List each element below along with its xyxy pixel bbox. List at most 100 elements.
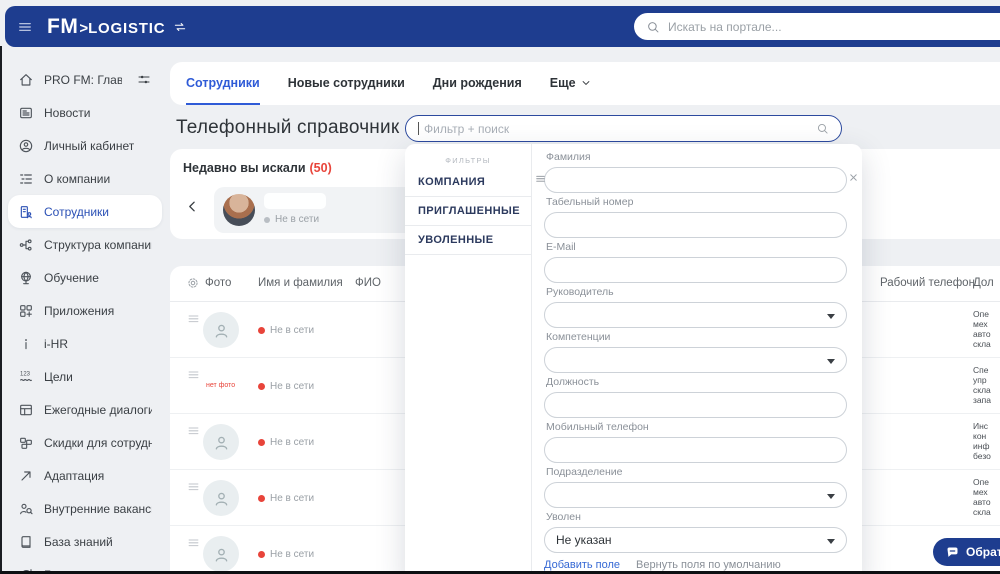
filter-field-mobile-phone: Мобильный телефон <box>544 421 847 463</box>
sliders-icon[interactable] <box>136 72 152 87</box>
logo-text: LOGISTIC <box>88 20 165 37</box>
personnel-number-input[interactable] <box>544 212 847 238</box>
employees-icon <box>18 204 34 220</box>
logo-fm: FM <box>47 15 78 39</box>
sidebar-item-goals[interactable]: 123Цели <box>8 360 162 393</box>
tab-new-employees[interactable]: Новые сотрудники <box>288 62 405 105</box>
filter-preset-2[interactable]: УВОЛЕННЫЕ <box>405 226 531 255</box>
status-badge: Не в сети <box>258 381 314 392</box>
drag-handle-icon[interactable] <box>186 423 201 438</box>
job-title-line: скла <box>973 385 1000 395</box>
remove-field-icon[interactable] <box>848 172 859 183</box>
filter-preset-0[interactable]: КОМПАНИЯ <box>405 168 531 197</box>
filter-search-input[interactable]: Фильтр + поиск <box>405 115 842 142</box>
adapt-icon <box>18 468 34 484</box>
sidebar-item-label: Ежегодные диалоги <box>44 403 152 417</box>
tab-birthdays[interactable]: Дни рождения <box>433 62 522 105</box>
fm-logistic-logo[interactable]: FM > LOGISTIC <box>47 15 187 39</box>
job-title-cell: Спеупрсклазапа <box>973 365 1000 405</box>
drag-handle-icon[interactable] <box>534 172 547 185</box>
carousel-left-chevron-icon[interactable] <box>186 200 199 213</box>
structure-icon <box>18 237 34 253</box>
filter-overlay: Фильтр + поиск ФИЛЬТРЫ КОМПАНИЯПРИГЛАШЕН… <box>405 115 862 574</box>
reset-fields-link[interactable]: Вернуть поля по умолчанию <box>636 559 781 571</box>
position-input[interactable] <box>544 392 847 418</box>
filter-field-label: Мобильный телефон <box>546 421 847 434</box>
email-input[interactable] <box>544 257 847 283</box>
filter-presets-column: ФИЛЬТРЫ КОМПАНИЯПРИГЛАШЕННЫЕУВОЛЕННЫЕ <box>405 144 532 574</box>
sidebar-item-knowledge-base[interactable]: База знаний <box>8 525 162 558</box>
column-header-4: Дол <box>973 277 994 289</box>
filter-field-manager: Руководитель <box>544 286 847 328</box>
filter-field-label: Подразделение <box>546 466 847 479</box>
sidebar-item-adaptation[interactable]: Адаптация <box>8 459 162 492</box>
search-icon <box>816 122 829 135</box>
filter-presets-list: КОМПАНИЯПРИГЛАШЕННЫЕУВОЛЕННЫЕ <box>405 168 531 255</box>
job-title-line: авто <box>973 497 1000 507</box>
mobile-phone-input[interactable] <box>544 437 847 463</box>
person-icon <box>212 545 231 564</box>
dismissed-select[interactable]: Не указан <box>544 527 847 553</box>
job-title-line: запа <box>973 395 1000 405</box>
person-icon <box>212 489 231 508</box>
sidebar-item-employee-discounts[interactable]: Скидки для сотрудн... <box>8 426 162 459</box>
feedback-button[interactable]: Обрат <box>933 538 1000 566</box>
sidebar-item-label: PRO FM: Главная <box>44 73 122 87</box>
sidebar-item-applications[interactable]: Приложения <box>8 294 162 327</box>
ihr-icon <box>18 336 34 352</box>
column-header-2: ФИО <box>355 277 381 289</box>
sidebar-item-personal-account[interactable]: Личный кабинет <box>8 129 162 162</box>
filter-search-placeholder: Фильтр + поиск <box>424 122 811 136</box>
filter-field-label: Фамилия <box>546 151 847 164</box>
drag-handle-icon[interactable] <box>186 535 201 550</box>
sidebar-item-education[interactable]: Обучение <box>8 261 162 294</box>
sidebar-item-about-company[interactable]: О компании <box>8 162 162 195</box>
sidebar-item-label: Новости <box>44 106 90 120</box>
top-navbar: FM > LOGISTIC Искать на портале... <box>5 6 1000 47</box>
sidebar-item-i-hr[interactable]: i-HR <box>8 327 162 360</box>
sidebar-item-annual-dialogs[interactable]: Ежегодные диалоги <box>8 393 162 426</box>
sidebar-item-internal-vacancies[interactable]: Внутренние вакансии <box>8 492 162 525</box>
search-icon <box>646 20 660 34</box>
sidebar-item-label: База знаний <box>44 535 113 549</box>
department-select[interactable] <box>544 482 847 508</box>
column-header-0: Фото <box>205 277 231 289</box>
job-title-cell: Опемехавтоскла <box>973 477 1000 517</box>
sidebar-item-news[interactable]: Новости <box>8 96 162 129</box>
menu-icon[interactable] <box>17 19 33 35</box>
drag-handle-icon[interactable] <box>186 367 201 382</box>
column-header-3: Рабочий телефон <box>880 277 975 289</box>
status-badge: Не в сети <box>258 437 314 448</box>
offline-dot-icon <box>258 383 265 390</box>
sidebar-item-company-structure[interactable]: Структура компании <box>8 228 162 261</box>
offline-dot-icon <box>264 217 270 223</box>
offline-dot-icon <box>258 439 265 446</box>
person-icon <box>18 138 34 154</box>
logo-separator: > <box>79 20 88 37</box>
no-photo-label: нет фото <box>206 382 235 389</box>
portal-search-input[interactable]: Искать на портале... <box>634 13 1000 40</box>
tab-more[interactable]: Еще <box>550 62 591 105</box>
drag-handle-icon[interactable] <box>186 479 201 494</box>
filter-field-label: Должность <box>546 376 847 389</box>
apps-icon <box>18 303 34 319</box>
filter-field-lastname: Фамилия <box>544 151 847 193</box>
lastname-input[interactable] <box>544 167 847 193</box>
tab-employees[interactable]: Сотрудники <box>186 62 260 105</box>
filter-preset-1[interactable]: ПРИГЛАШЕННЫЕ <box>405 197 531 226</box>
gear-icon[interactable] <box>186 276 200 290</box>
job-title-line: Спе <box>973 365 1000 375</box>
job-title-line: безо <box>973 451 1000 461</box>
tab-label: Дни рождения <box>433 76 522 90</box>
sidebar-item-label: i-HR <box>44 337 68 351</box>
status-badge: Не в сети <box>258 493 314 504</box>
sidebar-item-employees[interactable]: Сотрудники <box>8 195 162 228</box>
competencies-select[interactable] <box>544 347 847 373</box>
filter-field-competencies: Компетенции <box>544 331 847 373</box>
manager-select[interactable] <box>544 302 847 328</box>
filters-header: ФИЛЬТРЫ <box>405 156 531 165</box>
sidebar-item-label: Личный кабинет <box>44 139 134 153</box>
drag-handle-icon[interactable] <box>186 311 201 326</box>
home-icon <box>18 72 34 88</box>
sidebar-item-home[interactable]: PRO FM: Главная <box>8 63 162 96</box>
